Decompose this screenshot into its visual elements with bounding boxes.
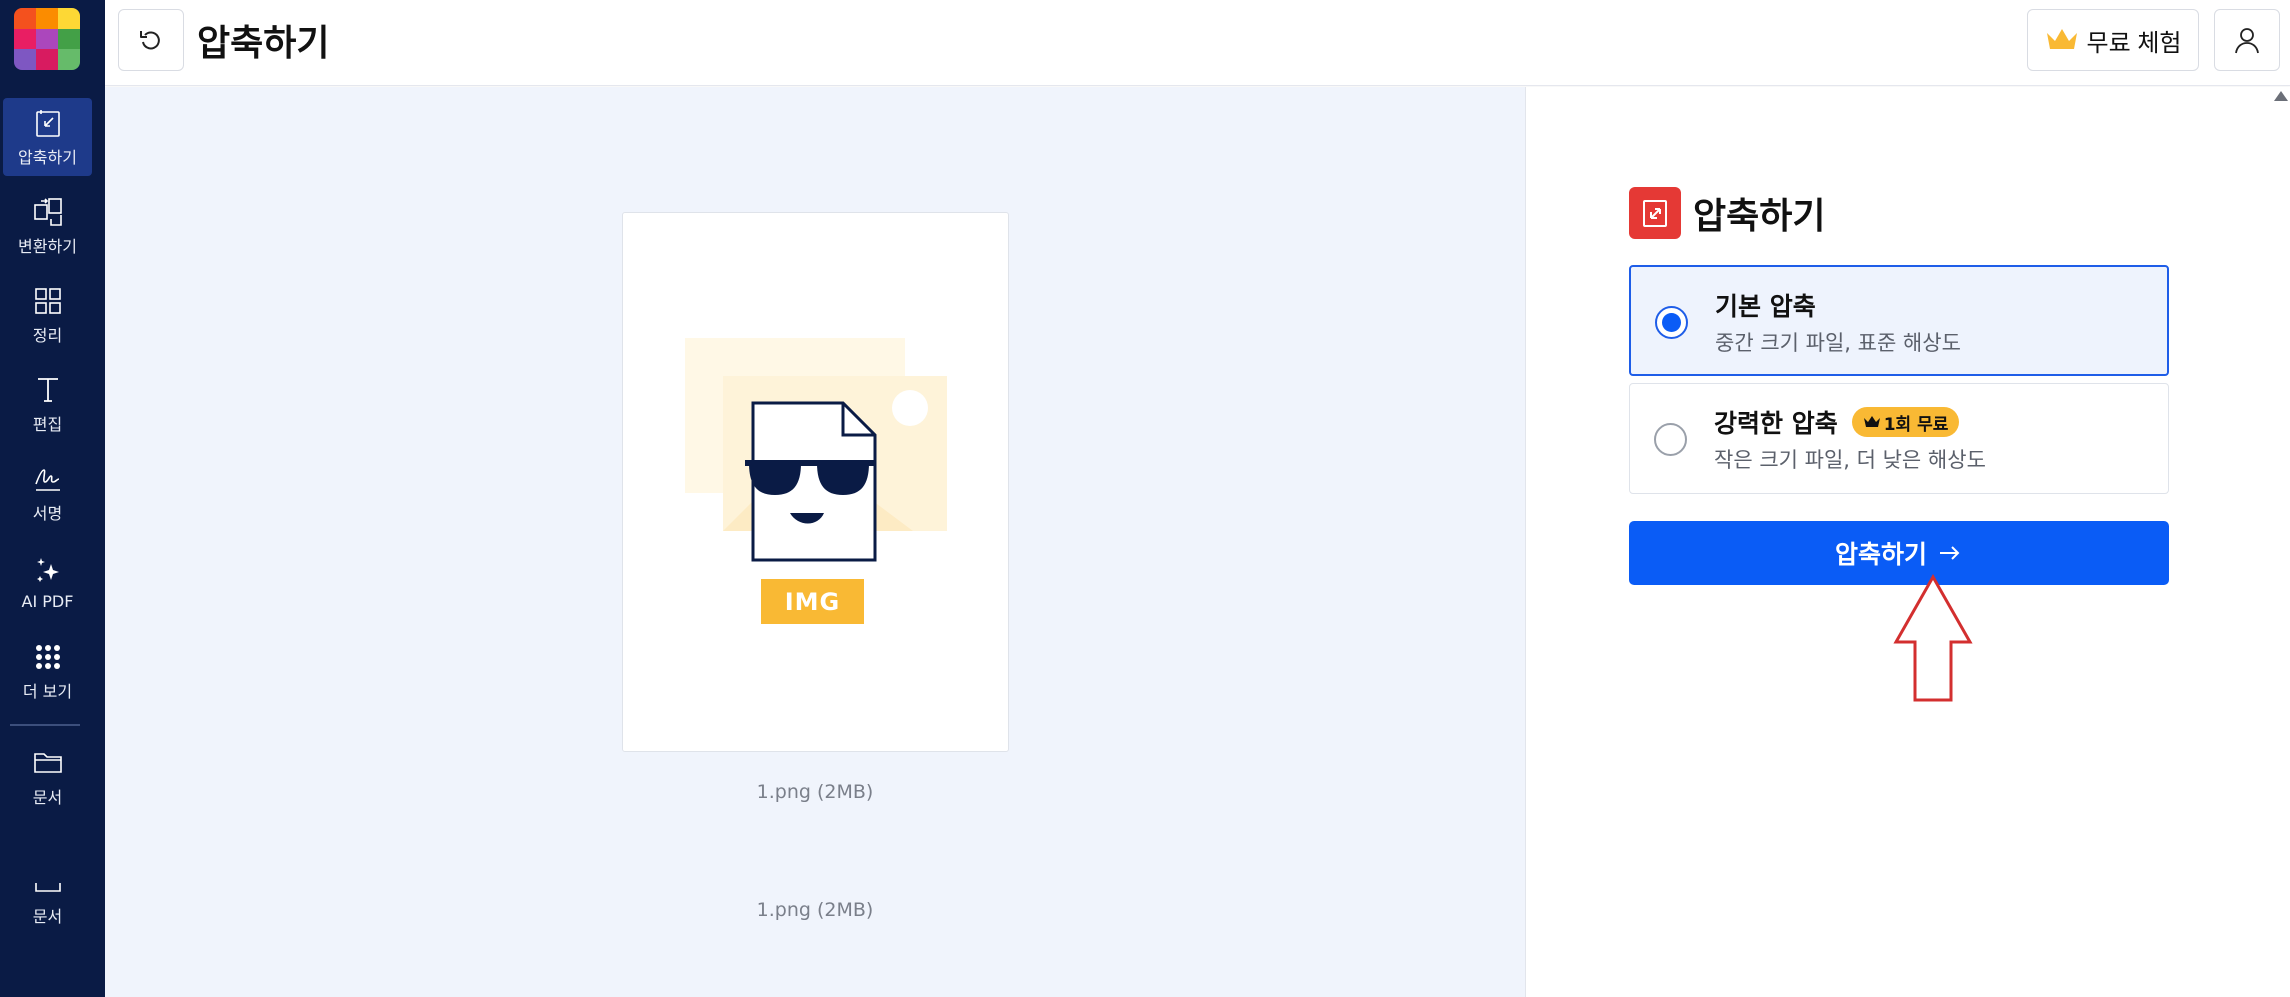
free-trial-label: 무료 체험 (2086, 29, 2182, 57)
panel-title: 압축하기 (1693, 196, 1826, 237)
compress-button-label: 압축하기 (1834, 541, 1927, 569)
option-basic-compression[interactable]: 기본 압축 중간 크기 파일, 표준 해상도 (1629, 265, 2169, 376)
sidebar-divider (10, 724, 80, 726)
logo-tile (58, 8, 80, 29)
sidebar: 압축하기 변환하기 정리 편집 서명 AI PDF 더 보기 문서 문서 (0, 0, 105, 997)
dots-grid-icon (35, 645, 60, 669)
logo-tile (14, 49, 36, 70)
page-title: 압축하기 (197, 23, 330, 64)
free-trial-button[interactable]: 무료 체험 (2027, 9, 2199, 71)
sidebar-item-ai-pdf[interactable]: AI PDF (3, 543, 92, 621)
user-icon (2235, 28, 2259, 54)
premium-badge-label: 1회 무료 (1883, 414, 1949, 435)
file-preview-card[interactable]: IMG (622, 212, 1009, 752)
sidebar-item-label: 문서 (32, 788, 63, 807)
logo-tile (14, 8, 36, 29)
sparkle-icon (36, 557, 59, 582)
sidebar-item-label: 문서 (32, 907, 63, 926)
logo-tile (58, 49, 80, 70)
radio-basic-compression[interactable] (1655, 306, 1688, 339)
top-header: 압축하기 무료 체험 (105, 0, 2290, 86)
option-title-text: 기본 압축 (1715, 292, 1816, 321)
option-title: 강력한 압축 1회 무료 (1714, 404, 1960, 440)
folder-icon (33, 753, 62, 773)
sidebar-item-label: 압축하기 (18, 148, 77, 167)
arrow-right-icon (1940, 546, 1960, 560)
crown-icon (1863, 416, 1880, 427)
option-strong-compression[interactable]: 강력한 압축 1회 무료 작은 크기 파일, 더 낮은 해상도 (1629, 383, 2169, 494)
option-title-text: 강력한 압축 (1714, 409, 1838, 438)
option-description: 중간 크기 파일, 표준 해상도 (1715, 331, 1961, 355)
logo-tile (14, 28, 36, 50)
sidebar-item-documents[interactable]: 문서 (3, 738, 92, 816)
sidebar-item-label: 편집 (32, 415, 63, 434)
sidebar-item-organize[interactable]: 정리 (3, 276, 92, 354)
sidebar-item-more[interactable]: 더 보기 (3, 632, 92, 710)
sidebar-item-label: AI PDF (21, 591, 74, 611)
crown-icon (2046, 29, 2077, 49)
tray-icon (34, 883, 61, 892)
sidebar-item-label: 서명 (32, 504, 63, 523)
logo-tile (58, 28, 80, 50)
sidebar-item-label: 더 보기 (22, 682, 73, 701)
option-description: 작은 크기 파일, 더 낮은 해상도 (1714, 448, 1986, 472)
sidebar-item-sign[interactable]: 서명 (3, 454, 92, 532)
sidebar-item-edit[interactable]: 편집 (3, 365, 92, 443)
user-account-button[interactable] (2214, 9, 2280, 71)
sidebar-item-compress[interactable]: 압축하기 (3, 98, 92, 176)
logo-tile (36, 49, 58, 70)
hint-arrow-up-icon (1893, 574, 1973, 702)
compress-icon (35, 110, 60, 137)
radio-strong-compression[interactable] (1654, 423, 1687, 456)
sidebar-item-documents-2[interactable]: 문서 (3, 857, 92, 935)
app-logo[interactable] (14, 8, 80, 70)
file-name-label-2: 1.png (2MB) (756, 899, 874, 921)
text-edit-icon (37, 378, 58, 402)
convert-icon (33, 198, 62, 226)
grid-icon (34, 288, 61, 314)
sidebar-item-label: 변환하기 (18, 237, 77, 256)
sidebar-item-convert[interactable]: 변환하기 (3, 187, 92, 265)
panel-header: 압축하기 (1629, 187, 1825, 239)
sidebar-item-label: 정리 (32, 326, 63, 345)
compress-options-panel: 압축하기 기본 압축 중간 크기 파일, 표준 해상도 강력한 압축 1회 무료… (1525, 87, 2290, 997)
logo-tile (36, 8, 58, 29)
file-name-label: 1.png (2MB) (756, 781, 874, 803)
signature-icon (34, 469, 60, 491)
preview-area: IMG 1.png (2MB) 1.png (2MB) (105, 87, 1525, 997)
compress-tool-icon (1629, 187, 1681, 239)
undo-button[interactable] (118, 9, 184, 71)
logo-tile (36, 28, 58, 50)
undo-icon (140, 31, 160, 50)
scroll-up-arrow-icon[interactable] (2274, 91, 2288, 101)
file-type-badge: IMG (761, 579, 864, 624)
option-title: 기본 압축 (1715, 287, 1816, 323)
premium-badge: 1회 무료 (1851, 407, 1960, 437)
